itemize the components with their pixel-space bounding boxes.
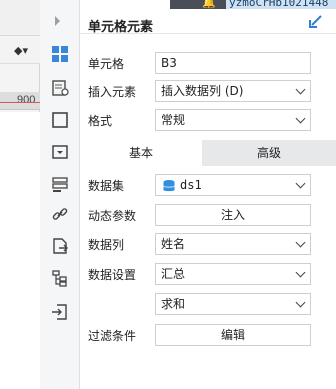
data-setting-label: 数据设置 [88, 268, 137, 282]
cell-element-panel: 单元格 B3 插入元素 插入数据列 (D) 格式 常规 基本 高级 数据集 ds… [80, 34, 336, 389]
aggregate-select[interactable]: 求和 [155, 293, 311, 315]
dynamic-param-row: 动态参数 注入 [80, 202, 336, 228]
panel-title: 单元格元素 [88, 20, 154, 35]
tab-bar: 基本 高级 [80, 140, 336, 166]
insert-label: 插入元素 [88, 85, 137, 99]
database-icon [162, 179, 176, 199]
ruler-label: 900 [17, 94, 36, 106]
tab-basic[interactable]: 基本 [80, 140, 202, 166]
cell-element-icon[interactable] [48, 42, 72, 66]
dataset-value: ds1 [180, 178, 202, 192]
chevron-down-icon [295, 113, 306, 124]
data-setting-value: 汇总 [161, 267, 186, 281]
bell-icon[interactable]: 🔔 [202, 0, 216, 9]
filter-row: 过滤条件 编辑 [80, 322, 336, 348]
format-select[interactable]: 常规 [155, 109, 311, 131]
user-name[interactable]: yzmoCrHb1021448 [226, 0, 336, 9]
aggregate-row: 求和 [80, 291, 336, 317]
dataset-select[interactable]: ds1 [155, 174, 311, 196]
chevron-down-icon [295, 84, 306, 95]
chevron-down-icon [295, 267, 306, 278]
chevron-down-icon [295, 237, 306, 248]
format-value: 常规 [161, 113, 186, 127]
property-rail [40, 0, 80, 389]
report-editor-area: ◆▾ 900 [0, 0, 40, 389]
insert-row: 插入元素 插入数据列 (D) [80, 78, 336, 104]
cell-field[interactable]: B3 [155, 52, 311, 74]
ruler-marker [0, 102, 40, 103]
cell-attribute-icon[interactable] [48, 76, 72, 100]
pin-icon[interactable] [309, 15, 322, 31]
dataset-row: 数据集 ds1 [80, 172, 336, 198]
collapse-arrow-icon[interactable] [55, 16, 60, 26]
format-painter-icon[interactable]: ◆▾ [14, 44, 28, 57]
user-bar: 🔔 yzmoCrHb1021448 [170, 0, 336, 9]
data-column-value: 姓名 [161, 237, 186, 251]
condition-icon[interactable] [48, 172, 72, 196]
tree-icon[interactable] [48, 266, 72, 290]
insert-value: 插入数据列 (D) [161, 84, 244, 98]
column-ruler: 900 [0, 92, 40, 110]
tab-advanced[interactable]: 高级 [202, 140, 336, 166]
cell-label: 单元格 [88, 57, 125, 71]
chevron-down-icon [295, 297, 306, 308]
format-row: 格式 常规 [80, 107, 336, 133]
data-setting-select[interactable]: 汇总 [155, 263, 311, 285]
data-setting-row: 数据设置 汇总 [80, 261, 336, 287]
format-label: 格式 [88, 114, 113, 128]
border-frame-icon[interactable] [48, 108, 72, 132]
import-icon[interactable] [48, 300, 72, 324]
data-column-row: 数据列 姓名 [80, 231, 336, 257]
data-column-select[interactable]: 姓名 [155, 233, 311, 255]
insert-element-select[interactable]: 插入数据列 (D) [155, 80, 311, 102]
hyperlink-icon[interactable] [48, 202, 72, 226]
filter-label: 过滤条件 [88, 329, 137, 343]
export-icon[interactable] [48, 234, 72, 258]
sheet-grid[interactable] [0, 112, 40, 389]
dynamic-param-label: 动态参数 [88, 209, 137, 223]
inject-button[interactable]: 注入 [155, 204, 311, 226]
chevron-down-icon [295, 178, 306, 189]
cell-row: 单元格 B3 [80, 50, 336, 76]
dataset-label: 数据集 [88, 179, 125, 193]
aggregate-value: 求和 [161, 297, 186, 311]
editor-topbar [0, 0, 40, 36]
widget-icon[interactable] [48, 140, 72, 164]
data-column-label: 数据列 [88, 238, 125, 252]
edit-filter-button[interactable]: 编辑 [155, 324, 311, 346]
